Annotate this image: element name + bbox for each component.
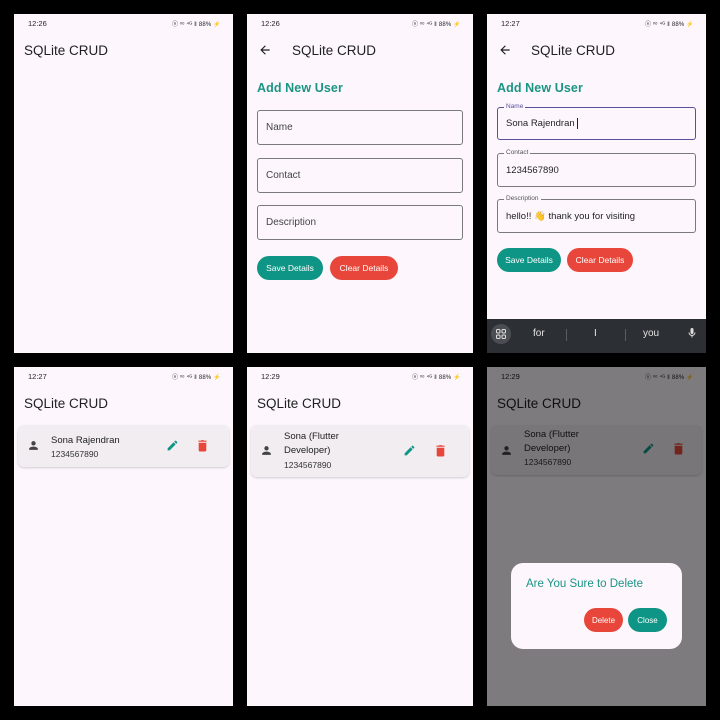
name-label: Name <box>504 103 526 110</box>
suggestion-1[interactable]: for <box>533 328 545 339</box>
status-bar: 12:26 ⓝ ᵛᵒ ⁴ᴳ ‖ 88% ⚡ <box>14 14 233 32</box>
app-title: SQLite CRUD <box>257 396 342 411</box>
screen-empty-list: 12:26 ⓝ ᵛᵒ ⁴ᴳ ‖ 88% ⚡ SQLite CRUD <box>14 14 233 353</box>
delete-confirm-dialog: Are You Sure to Delete Delete Close <box>511 563 682 649</box>
suggestion-divider <box>625 329 626 341</box>
form-title: Add New User <box>257 81 343 95</box>
edit-pencil-icon[interactable] <box>403 444 416 457</box>
delete-button[interactable]: Delete <box>584 608 623 632</box>
status-bar: 12:27 ⓝ ᵛᵒ ⁴ᴳ ‖ 88% ⚡ <box>487 14 706 32</box>
app-title: SQLite CRUD <box>531 43 616 58</box>
user-name-line-1: Sona (Flutter <box>284 431 339 442</box>
person-icon <box>262 446 271 455</box>
name-placeholder: Name <box>266 122 293 133</box>
status-time: 12:26 <box>261 19 280 28</box>
suggestion-divider <box>566 329 567 341</box>
name-field[interactable]: Name Sona Rajendran <box>497 103 696 140</box>
status-icons: ⓝ ᵛᵒ ⁴ᴳ ‖ 88% ⚡ <box>411 375 461 381</box>
form-title: Add New User <box>497 81 583 95</box>
arrow-back-icon[interactable] <box>498 43 512 57</box>
user-name: Sona Rajendran <box>51 435 120 446</box>
description-field[interactable]: Description hello!! 👋 thank you for visi… <box>497 195 696 233</box>
person-icon <box>29 441 38 450</box>
dialog-title: Are You Sure to Delete <box>526 578 643 590</box>
screen-delete-dialog: 12:29 ⓝ ᵛᵒ ⁴ᴳ ‖ 88% ⚡ SQLite CRUD Sona (… <box>487 367 706 706</box>
user-contact: 1234567890 <box>51 449 99 459</box>
contact-field[interactable]: Contact 1234567890 <box>497 149 696 187</box>
app-title: SQLite CRUD <box>24 43 109 58</box>
suggestion-3[interactable]: you <box>643 328 659 339</box>
screen-user-list-updated: 12:29 ⓝ ᵛᵒ ⁴ᴳ ‖ 88% ⚡ SQLite CRUD Sona (… <box>247 367 473 706</box>
contact-value: 1234567890 <box>506 165 559 176</box>
edit-pencil-icon[interactable] <box>166 439 179 452</box>
suggestion-2[interactable]: I <box>594 328 597 339</box>
status-bar: 12:27 ⓝ ᵛᵒ ⁴ᴳ ‖ 88% ⚡ <box>14 367 233 385</box>
status-time: 12:27 <box>28 372 47 381</box>
status-time: 12:29 <box>261 372 280 381</box>
trash-icon[interactable] <box>435 444 446 457</box>
list-item[interactable]: Sona (Flutter Developer) 1234567890 <box>251 425 469 477</box>
status-bar: 12:29 ⓝ ᵛᵒ ⁴ᴳ ‖ 88% ⚡ <box>247 367 473 385</box>
contact-field[interactable]: Contact <box>257 158 463 193</box>
app-title: SQLite CRUD <box>24 396 109 411</box>
trash-icon[interactable] <box>197 439 208 452</box>
apps-grid-icon[interactable] <box>491 324 511 344</box>
soft-keyboard[interactable]: for I you <box>487 319 706 353</box>
screen-add-user-empty: 12:26 ⓝ ᵛᵒ ⁴ᴳ ‖ 88% ⚡ SQLite CRUD Add Ne… <box>247 14 473 353</box>
save-button[interactable]: Save Details <box>497 248 561 272</box>
close-button[interactable]: Close <box>628 608 667 632</box>
status-time: 12:26 <box>28 19 47 28</box>
status-time: 12:27 <box>501 19 520 28</box>
description-value: hello!! 👋 thank you for visiting <box>506 211 636 222</box>
screen-add-user-filled: 12:27 ⓝ ᵛᵒ ⁴ᴳ ‖ 88% ⚡ SQLite CRUD Add Ne… <box>487 14 706 353</box>
user-name: Sona (Flutter Developer) <box>284 430 339 458</box>
status-icons: ⓝ ᵛᵒ ⁴ᴳ ‖ 88% ⚡ <box>411 22 461 28</box>
status-icons: ⓝ ᵛᵒ ⁴ᴳ ‖ 88% ⚡ <box>171 375 221 381</box>
app-title: SQLite CRUD <box>292 43 377 58</box>
clear-button[interactable]: Clear Details <box>567 248 633 272</box>
contact-label: Contact <box>504 149 531 156</box>
arrow-back-icon[interactable] <box>258 43 272 57</box>
clear-button[interactable]: Clear Details <box>330 256 398 280</box>
status-bar: 12:26 ⓝ ᵛᵒ ⁴ᴳ ‖ 88% ⚡ <box>247 14 473 32</box>
modal-scrim[interactable] <box>487 367 706 706</box>
mic-icon[interactable] <box>686 326 698 340</box>
screen-user-list: 12:27 ⓝ ᵛᵒ ⁴ᴳ ‖ 88% ⚡ SQLite CRUD Sona R… <box>14 367 233 706</box>
description-label: Description <box>504 195 541 202</box>
list-item[interactable]: Sona Rajendran 1234567890 <box>18 425 229 467</box>
contact-placeholder: Contact <box>266 170 301 181</box>
status-icons: ⓝ ᵛᵒ ⁴ᴳ ‖ 88% ⚡ <box>644 22 694 28</box>
status-icons: ⓝ ᵛᵒ ⁴ᴳ ‖ 88% ⚡ <box>171 22 221 28</box>
text-caret <box>576 118 578 129</box>
description-placeholder: Description <box>266 217 317 228</box>
name-field[interactable]: Name <box>257 110 463 145</box>
save-button[interactable]: Save Details <box>257 256 323 280</box>
user-contact: 1234567890 <box>284 460 332 470</box>
name-value: Sona Rajendran <box>506 118 575 130</box>
description-field[interactable]: Description <box>257 205 463 240</box>
user-name-line-2: Developer) <box>284 445 331 456</box>
